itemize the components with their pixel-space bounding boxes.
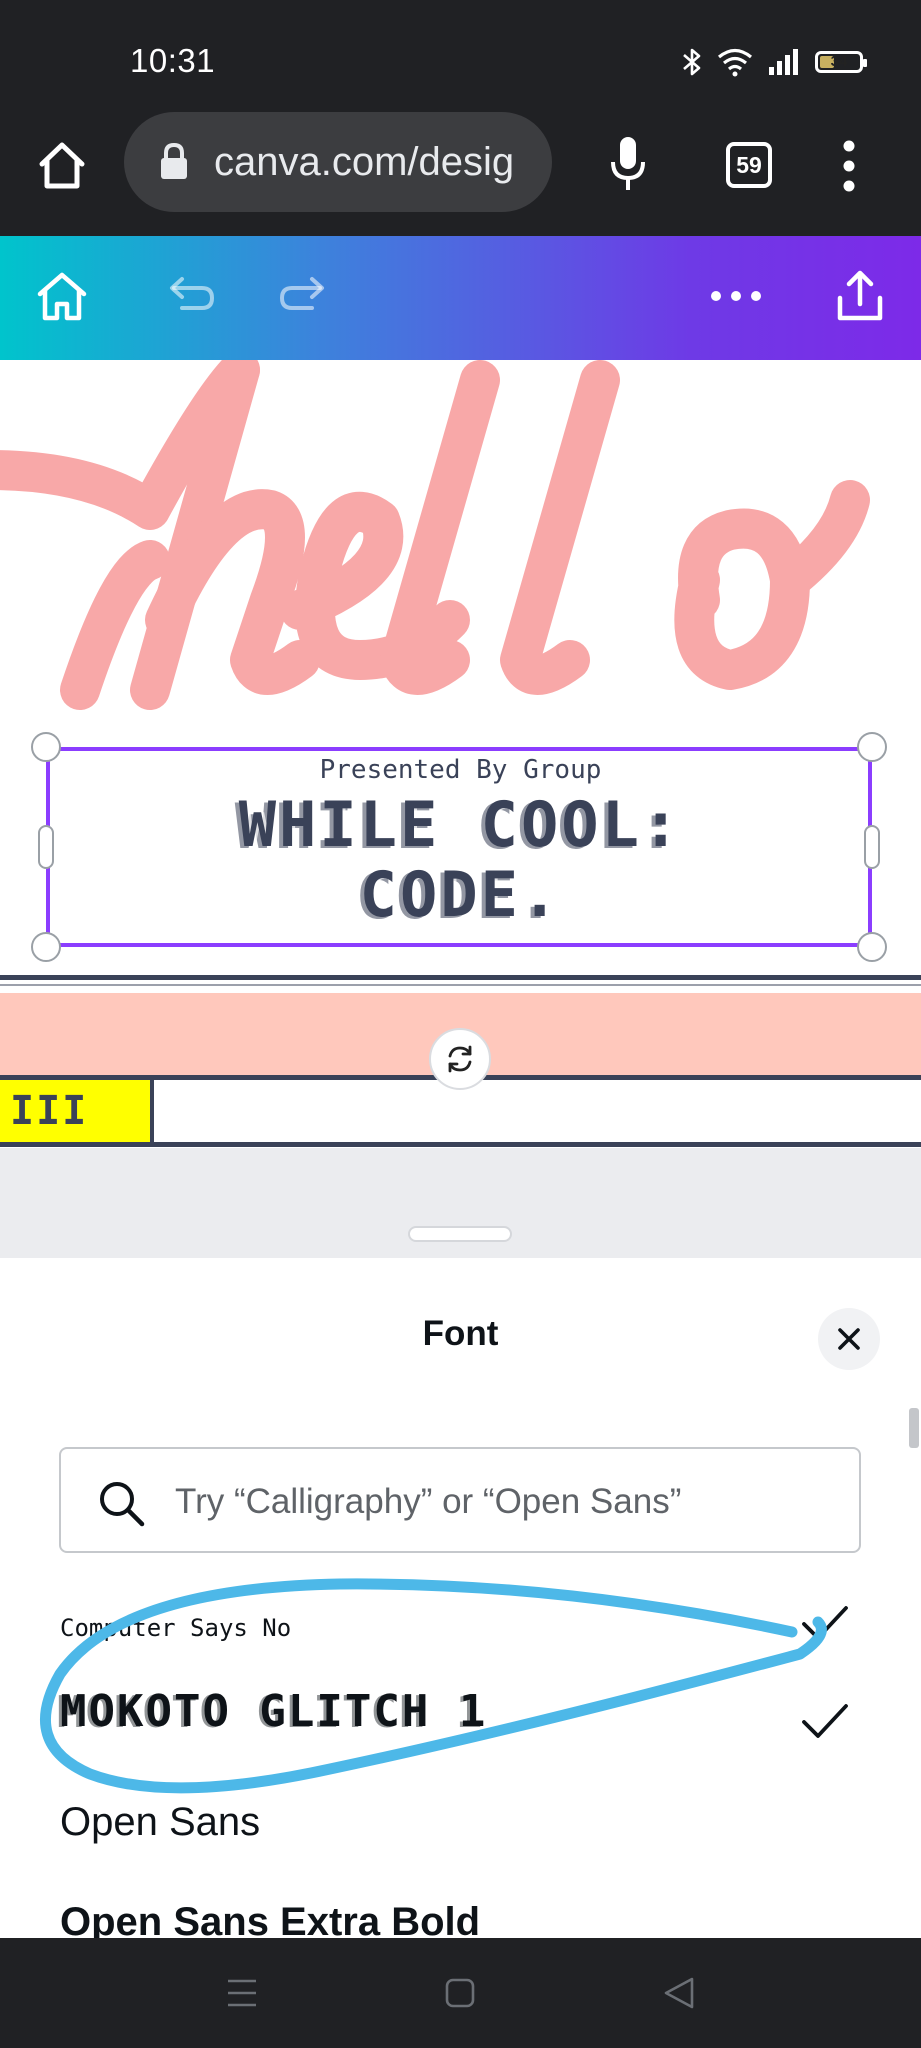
canva-home-icon[interactable] — [32, 266, 92, 326]
divider — [0, 1142, 921, 1147]
share-icon[interactable] — [830, 266, 890, 326]
signal-icon — [769, 49, 798, 75]
clock: 10:31 — [130, 42, 216, 79]
title-line-1: WHILE COOL: — [238, 788, 683, 861]
wifi-icon — [717, 48, 753, 77]
tab-switcher-button[interactable]: 59 — [726, 142, 772, 188]
microphone-icon[interactable] — [608, 134, 648, 194]
design-canvas[interactable]: Presented By Group WHILE COOL: CODE. — [0, 360, 921, 975]
close-button[interactable] — [818, 1308, 880, 1370]
lock-icon — [161, 142, 187, 179]
search-icon — [100, 1482, 145, 1527]
canva-toolbar — [0, 236, 921, 360]
back-icon[interactable] — [662, 1976, 696, 2010]
font-panel: Font Computer Says No MOKOTO GLITCH 1 Op… — [0, 1264, 921, 1938]
design-title-text[interactable]: WHILE COOL: CODE. — [0, 790, 921, 930]
font-search-box[interactable] — [59, 1447, 861, 1553]
browser-bar: canva.com/desig 59 — [0, 110, 921, 236]
resize-handle-bottom-left[interactable] — [31, 932, 61, 962]
panel-drag-handle[interactable] — [408, 1226, 512, 1242]
close-icon — [838, 1328, 860, 1350]
battery-icon: 34 — [815, 51, 867, 73]
menu-icon[interactable] — [226, 1976, 258, 2010]
more-options-icon[interactable] — [706, 266, 766, 326]
title-line-2: CODE. — [359, 858, 562, 931]
divider — [0, 984, 921, 986]
status-icons: 34 — [681, 44, 867, 80]
scrollbar[interactable] — [909, 1408, 919, 1448]
home-icon[interactable] — [36, 140, 88, 190]
system-navigation-bar — [0, 1938, 921, 2048]
resize-handle-bottom-right[interactable] — [857, 932, 887, 962]
rotate-icon — [448, 1045, 472, 1073]
url-text: canva.com/desig — [214, 140, 515, 184]
divider — [0, 975, 921, 980]
bluetooth-icon — [683, 48, 701, 76]
more-menu-icon[interactable] — [838, 138, 860, 194]
battery-level: 34 — [830, 53, 848, 70]
presented-by-text[interactable]: Presented By Group — [0, 755, 921, 785]
status-bar: 10:31 34 — [0, 0, 921, 110]
redo-icon[interactable] — [276, 266, 336, 326]
panel-title: Font — [422, 1314, 499, 1353]
url-bar[interactable]: canva.com/desig — [124, 112, 552, 212]
yellow-element-text: III — [10, 1088, 89, 1134]
font-search-input[interactable] — [173, 1473, 837, 1531]
yellow-element[interactable]: III — [0, 1080, 154, 1142]
hello-script-graphic — [0, 360, 870, 710]
undo-icon[interactable] — [158, 266, 218, 326]
hand-drawn-annotation — [40, 1578, 827, 1794]
rotate-button[interactable] — [429, 1028, 491, 1090]
home-square-icon[interactable] — [445, 1978, 475, 2008]
